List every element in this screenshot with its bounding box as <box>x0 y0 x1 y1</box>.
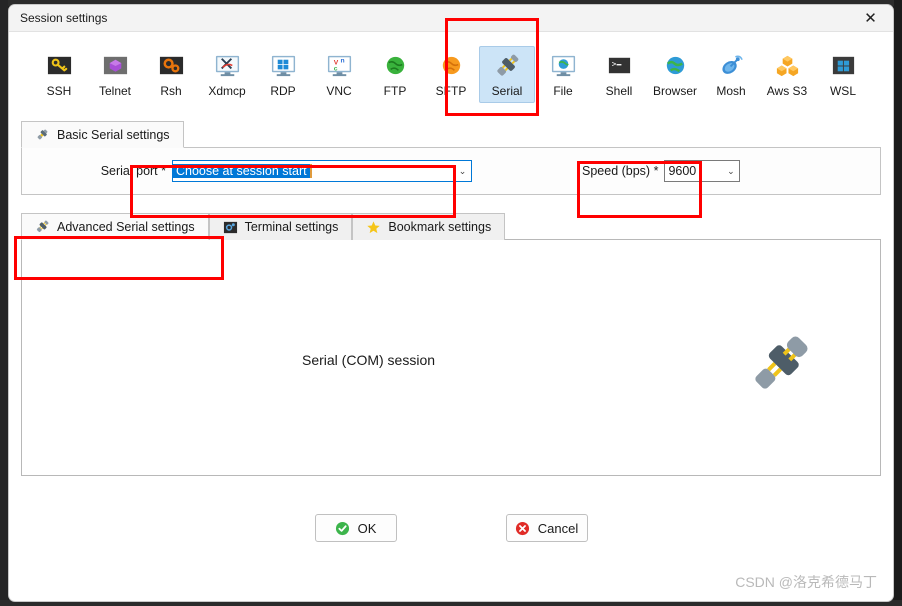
protocol-label: Xdmcp <box>208 84 246 98</box>
svg-text:n: n <box>340 58 344 65</box>
dialog-footer: OK Cancel <box>21 514 881 542</box>
protocol-label: SSH <box>46 84 72 98</box>
serial-port-label: Serial port * <box>100 164 166 178</box>
svg-text:>: > <box>611 59 616 68</box>
protocol-telnet[interactable]: Telnet <box>87 46 143 103</box>
content-heading: Serial (COM) session <box>302 352 436 368</box>
serial-port-field-group: Serial port * Choose at session start ⌄ <box>86 160 472 182</box>
green-check-icon <box>335 521 350 536</box>
tab-basic-serial-settings-label: Basic Serial settings <box>57 127 170 142</box>
chevron-down-icon[interactable]: ⌄ <box>722 166 739 177</box>
speed-field-group: Speed (bps) * 9600 ⌄ <box>582 160 741 182</box>
protocol-shell[interactable]: > Shell <box>591 46 647 103</box>
ok-button[interactable]: OK <box>314 514 397 542</box>
plug-connector-icon <box>35 219 50 234</box>
protocol-label: Telnet <box>98 84 132 98</box>
session-settings-dialog: Session settings ✕ SSH Telnet Rsh Xdmcp RDP V… <box>8 4 894 602</box>
speed-label: Speed (bps) * <box>582 164 659 178</box>
svg-text:c: c <box>333 65 337 72</box>
close-icon[interactable]: ✕ <box>848 5 893 31</box>
chevron-down-icon[interactable]: ⌄ <box>454 166 471 177</box>
tab-basic-serial-settings[interactable]: Basic Serial settings <box>21 121 184 148</box>
rdp-monitor-icon <box>270 52 297 79</box>
dialog-body: Basic Serial settings Serial port * Choo… <box>9 120 893 601</box>
tab-advanced-serial-settings[interactable]: Advanced Serial settings <box>21 213 209 240</box>
key-icon <box>46 52 73 79</box>
plug-connector-icon <box>494 52 521 79</box>
titlebar: Session settings ✕ <box>9 5 893 32</box>
protocol-browser[interactable]: Browser <box>647 46 703 103</box>
backdrop-left-strip <box>0 0 8 606</box>
file-monitor-icon <box>550 52 577 79</box>
protocol-xdmcp[interactable]: Xdmcp <box>199 46 255 103</box>
settings-tabstrip: Advanced Serial settings Terminal setting… <box>21 212 881 240</box>
tab-terminal-settings[interactable]: Terminal settings <box>208 213 353 240</box>
protocol-ssh[interactable]: SSH <box>31 46 87 103</box>
protocol-ftp[interactable]: FTP <box>367 46 423 103</box>
protocol-label: SFTP <box>435 84 467 98</box>
protocol-serial[interactable]: Serial <box>479 46 535 103</box>
protocol-vnc[interactable]: Vn c VNC <box>311 46 367 103</box>
serial-port-select[interactable]: Choose at session start ⌄ <box>172 160 472 182</box>
basic-settings-tabstrip: Basic Serial settings <box>21 120 881 148</box>
protocol-file[interactable]: File <box>535 46 591 103</box>
protocol-label: Rsh <box>160 84 182 98</box>
star-icon <box>366 220 381 235</box>
protocol-label: Shell <box>605 84 633 98</box>
protocol-label: RDP <box>270 84 296 98</box>
orange-globe-icon <box>438 52 465 79</box>
vnc-monitor-icon: Vnc <box>326 52 353 79</box>
protocol-label: Browser <box>652 84 697 98</box>
windows-icon <box>830 52 857 79</box>
cancel-button-label: Cancel <box>537 520 579 536</box>
protocol-label: Aws S3 <box>766 84 808 98</box>
backdrop-right-strip <box>894 0 902 606</box>
protocol-label: WSL <box>829 84 856 98</box>
aws-buckets-icon <box>774 52 801 79</box>
protocol-rsh[interactable]: Rsh <box>143 46 199 103</box>
window-title: Session settings <box>20 11 108 25</box>
watermark: CSDN @洛克希德马丁 <box>735 574 877 590</box>
red-x-icon <box>515 521 530 536</box>
speed-value: 9600 <box>668 164 697 178</box>
protocol-mosh[interactable]: Mosh <box>703 46 759 103</box>
protocol-label: Serial <box>491 84 523 98</box>
plug-connector-icon <box>35 127 50 142</box>
session-content-panel: Serial (COM) session <box>21 239 881 476</box>
protocol-label: Mosh <box>716 84 746 98</box>
terminal-icon: > <box>606 52 633 79</box>
plug-connector-large-icon <box>746 326 818 398</box>
gears-icon <box>158 52 185 79</box>
tab-label: Terminal settings <box>244 220 339 234</box>
protocol-aws-s3[interactable]: Aws S3 <box>759 46 815 103</box>
protocol-label: FTP <box>383 84 407 98</box>
cancel-button[interactable]: Cancel <box>505 514 588 542</box>
blue-globe-icon <box>662 52 689 79</box>
protocol-sftp[interactable]: SFTP <box>423 46 479 103</box>
tab-label: Bookmark settings <box>388 220 492 234</box>
terminal-settings-icon <box>223 220 238 235</box>
tab-bookmark-settings[interactable]: Bookmark settings <box>352 213 506 240</box>
cube-icon <box>102 52 129 79</box>
green-globe-icon <box>382 52 409 79</box>
protocol-wsl[interactable]: WSL <box>815 46 871 103</box>
protocol-toolbar: SSH Telnet Rsh Xdmcp RDP Vn c VNC FTP SFTP Serial F… <box>9 32 893 120</box>
speed-select[interactable]: 9600 ⌄ <box>664 160 741 182</box>
tab-label: Advanced Serial settings <box>57 219 195 234</box>
protocol-rdp[interactable]: RDP <box>255 46 311 103</box>
xdmcp-monitor-icon <box>214 52 241 79</box>
protocol-label: File <box>553 84 573 98</box>
ok-button-label: OK <box>357 520 377 536</box>
satellite-dish-icon <box>718 52 745 79</box>
serial-fields-panel: Serial port * Choose at session start ⌄ … <box>21 147 881 195</box>
protocol-label: VNC <box>326 84 352 98</box>
serial-port-value: Choose at session start <box>173 164 312 178</box>
